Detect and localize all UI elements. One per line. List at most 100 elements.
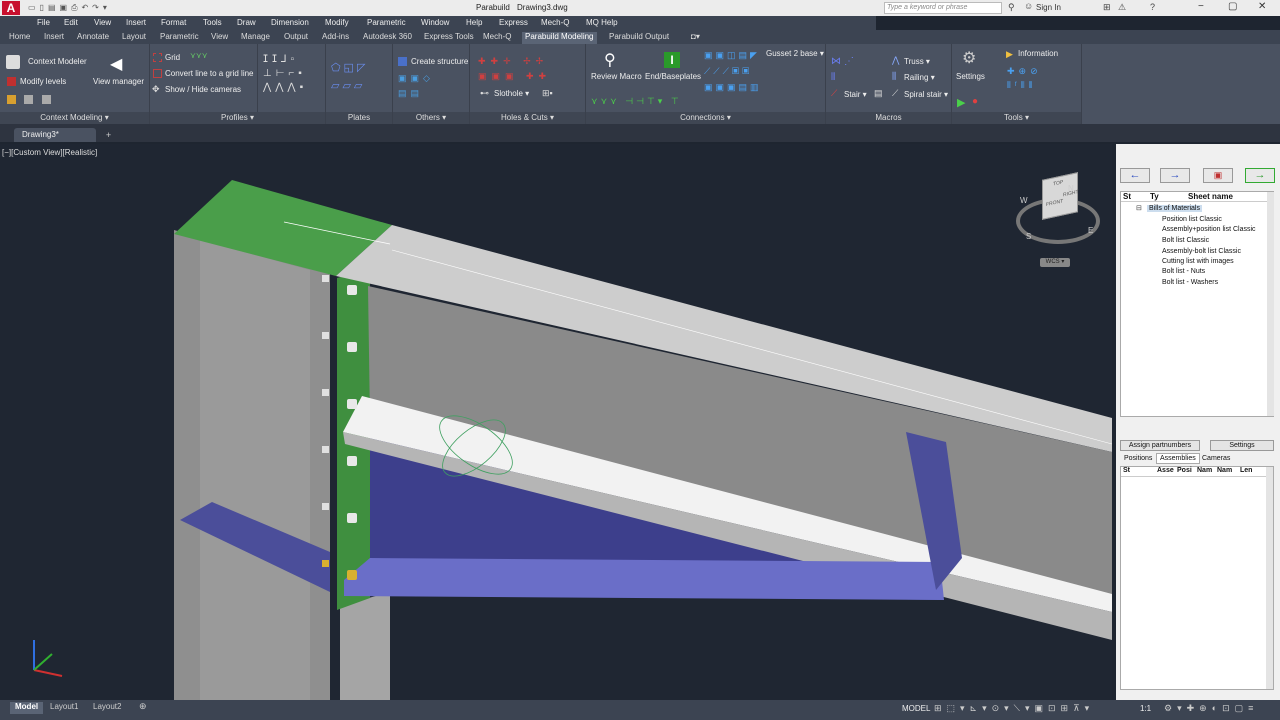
plate-tools-icon[interactable]: ⬠◱◸ ▱▱▱ [331,59,368,95]
menu-insert[interactable]: Insert [126,18,146,27]
search-box[interactable]: Type a keyword or phrase [884,2,1002,14]
show-hide-cameras-button[interactable]: Show / Hide cameras [165,85,241,94]
panel-title-profiles[interactable]: Profiles ▾ [150,112,325,124]
annotation-scale[interactable]: 1:1 [1140,704,1151,713]
add-layout-icon[interactable]: ⊕ [139,701,147,712]
tab-parametric[interactable]: Parametric [157,32,202,44]
tree-item[interactable]: Assembly-bolt list Classic [1162,248,1241,255]
tab-home[interactable]: Home [6,32,33,44]
settings-icon[interactable]: ⚙ [962,48,976,68]
level-tool2-icon[interactable] [24,95,33,104]
tab-insert[interactable]: Insert [41,32,67,44]
tab-output[interactable]: Output [281,32,311,44]
create-structure-icon[interactable] [398,57,407,66]
convert-line-icon[interactable] [153,69,162,78]
tab-positions[interactable]: Positions [1124,455,1152,462]
stair-icon[interactable]: ⟋ [831,88,837,99]
gusset-dropdown[interactable]: Gusset 2 base ▾ [766,49,824,58]
compass-n[interactable]: N [1068,184,1074,193]
stair-type-icon[interactable]: ▤ [874,88,883,99]
tree-item[interactable]: Bolt list - Nuts [1162,268,1205,275]
layout-tab-2[interactable]: Layout2 [93,702,121,711]
tree-collapse-icon[interactable]: ⊟ [1136,204,1142,212]
panel-title-context[interactable]: Context Modeling ▾ [0,112,149,124]
menu-dimension[interactable]: Dimension [271,18,309,27]
menu-modify[interactable]: Modify [325,18,349,27]
run-icon[interactable]: ▶ [957,96,965,109]
modify-levels-button[interactable]: Modify levels [20,77,66,86]
level-tool3-icon[interactable] [42,95,51,104]
back-button[interactable]: ← [1120,168,1150,183]
grid-button[interactable]: Grid [165,53,180,62]
compass-e[interactable]: E [1088,226,1093,235]
go-button[interactable]: → [1245,168,1275,183]
ribbon-options-icon[interactable]: ◘▾ [688,32,703,44]
context-modeler-button[interactable]: Context Modeler [28,57,87,66]
menu-mqhelp[interactable]: MQ Help [586,18,618,27]
menu-mechq[interactable]: Mech-Q [541,18,569,27]
tab-manage[interactable]: Manage [238,32,273,44]
end-baseplates-button[interactable]: End/Baseplates [645,72,701,81]
model-space-label[interactable]: MODEL [902,704,930,713]
review-macro-button[interactable]: Review Macro [591,72,642,81]
layout-tab-1[interactable]: Layout1 [50,702,78,711]
slothole-icon[interactable]: ⊷ [480,88,489,99]
grid-tools-icon[interactable]: ⋎⋎⋎ [190,51,208,60]
assembly-scrollbar[interactable] [1266,467,1273,689]
menu-edit[interactable]: Edit [64,18,78,27]
show-hide-icon[interactable]: ✥ [152,84,160,95]
user-icon[interactable]: ☺ [1024,1,1033,11]
help-icon[interactable]: ? [1150,2,1155,12]
search-icon[interactable]: ⚲ [1008,2,1015,13]
truss-icon[interactable]: ⋀ [892,55,899,66]
layout-tab-model[interactable]: Model [10,702,44,714]
menu-view[interactable]: View [94,18,111,27]
context-modeler-icon[interactable] [6,55,20,69]
tree-item[interactable]: Bolt list - Washers [1162,279,1218,286]
panel-title-others[interactable]: Others ▾ [393,112,469,124]
tool-icons[interactable]: ✚⊕⊘ ⫴ᶠ⫴⫴ [1007,64,1042,92]
forward-button[interactable]: → [1160,168,1190,183]
others-tools-icon[interactable]: ▣▣◇ ▤▤ [398,71,434,101]
maximize-icon[interactable]: ▢ [1228,1,1237,12]
macro-tools-icon[interactable]: ⋈⋰ ⫴ [831,54,857,86]
wcs-dropdown[interactable]: WCS ▾ [1040,258,1070,267]
level-tool-icon[interactable] [7,95,16,104]
compass-w[interactable]: W [1020,196,1028,205]
doc-tab-drawing3[interactable]: Drawing3* [14,128,96,142]
truss-button[interactable]: Truss ▾ [904,57,930,66]
viewcube[interactable]: TOP FRONT RIGHT N W E S [1012,172,1104,252]
status-tools-icon[interactable]: ⊞⬚▾⊾▾⊙▾⟍▾▣⊡⊞⊼▾ [934,703,1094,714]
slothole-button[interactable]: Slothole ▾ [494,89,529,98]
tree-item[interactable]: Bolt list Classic [1162,237,1209,244]
print-icon[interactable]: ▣ [1203,168,1233,183]
panel-title-tools[interactable]: Tools ▾ [952,112,1081,124]
menu-express[interactable]: Express [499,18,528,27]
stair-button[interactable]: Stair ▾ [844,90,867,99]
tab-autodesk360[interactable]: Autodesk 360 [360,32,415,44]
information-button[interactable]: Information [1018,49,1058,58]
cut-tool-icon[interactable]: ⊞▪ [542,88,553,99]
tree-item[interactable]: Assembly+position list Classic [1162,226,1256,233]
convert-line-button[interactable]: Convert line to a grid line [165,69,254,78]
tab-cameras[interactable]: Cameras [1202,455,1230,462]
spiral-stair-icon[interactable]: ⟋ [892,88,898,99]
minimize-icon[interactable]: − [1198,1,1204,12]
tab-parabuild-modeling[interactable]: Parabuild Modeling [522,32,597,44]
exchange-icon[interactable]: ⚠ [1118,2,1126,13]
connection-tools-icon[interactable]: ▣▣◫▤◤ ⟋⟋⟋▣▣ ▣▣▣▤▥ [704,47,762,95]
modify-levels-icon[interactable] [7,77,16,86]
tab-parabuild-output[interactable]: Parabuild Output [606,32,672,44]
grid-icon[interactable] [153,53,162,62]
profile-tools-icon[interactable]: ⵊⵊ⅃▫ ⊥⊢⌐▪ ⋀⋀⋀▪ [263,53,307,95]
spiral-stair-button[interactable]: Spiral stair ▾ [904,90,948,99]
viewcube-box[interactable]: TOP FRONT RIGHT [1042,172,1079,220]
menu-draw[interactable]: Draw [237,18,256,27]
hole-tools-icon[interactable]: ✚✚✛ ✢✢ ▣▣▣ ✚✚ [478,54,551,84]
tree-item[interactable]: Position list Classic [1162,216,1222,223]
sheet-list[interactable]: St Ty Sheet name [1120,191,1274,417]
autocad-logo-icon[interactable]: A [2,1,20,15]
end-baseplates-icon[interactable]: I [664,52,680,68]
debug-icon[interactable]: ● [972,96,978,107]
menu-tools[interactable]: Tools [203,18,222,27]
